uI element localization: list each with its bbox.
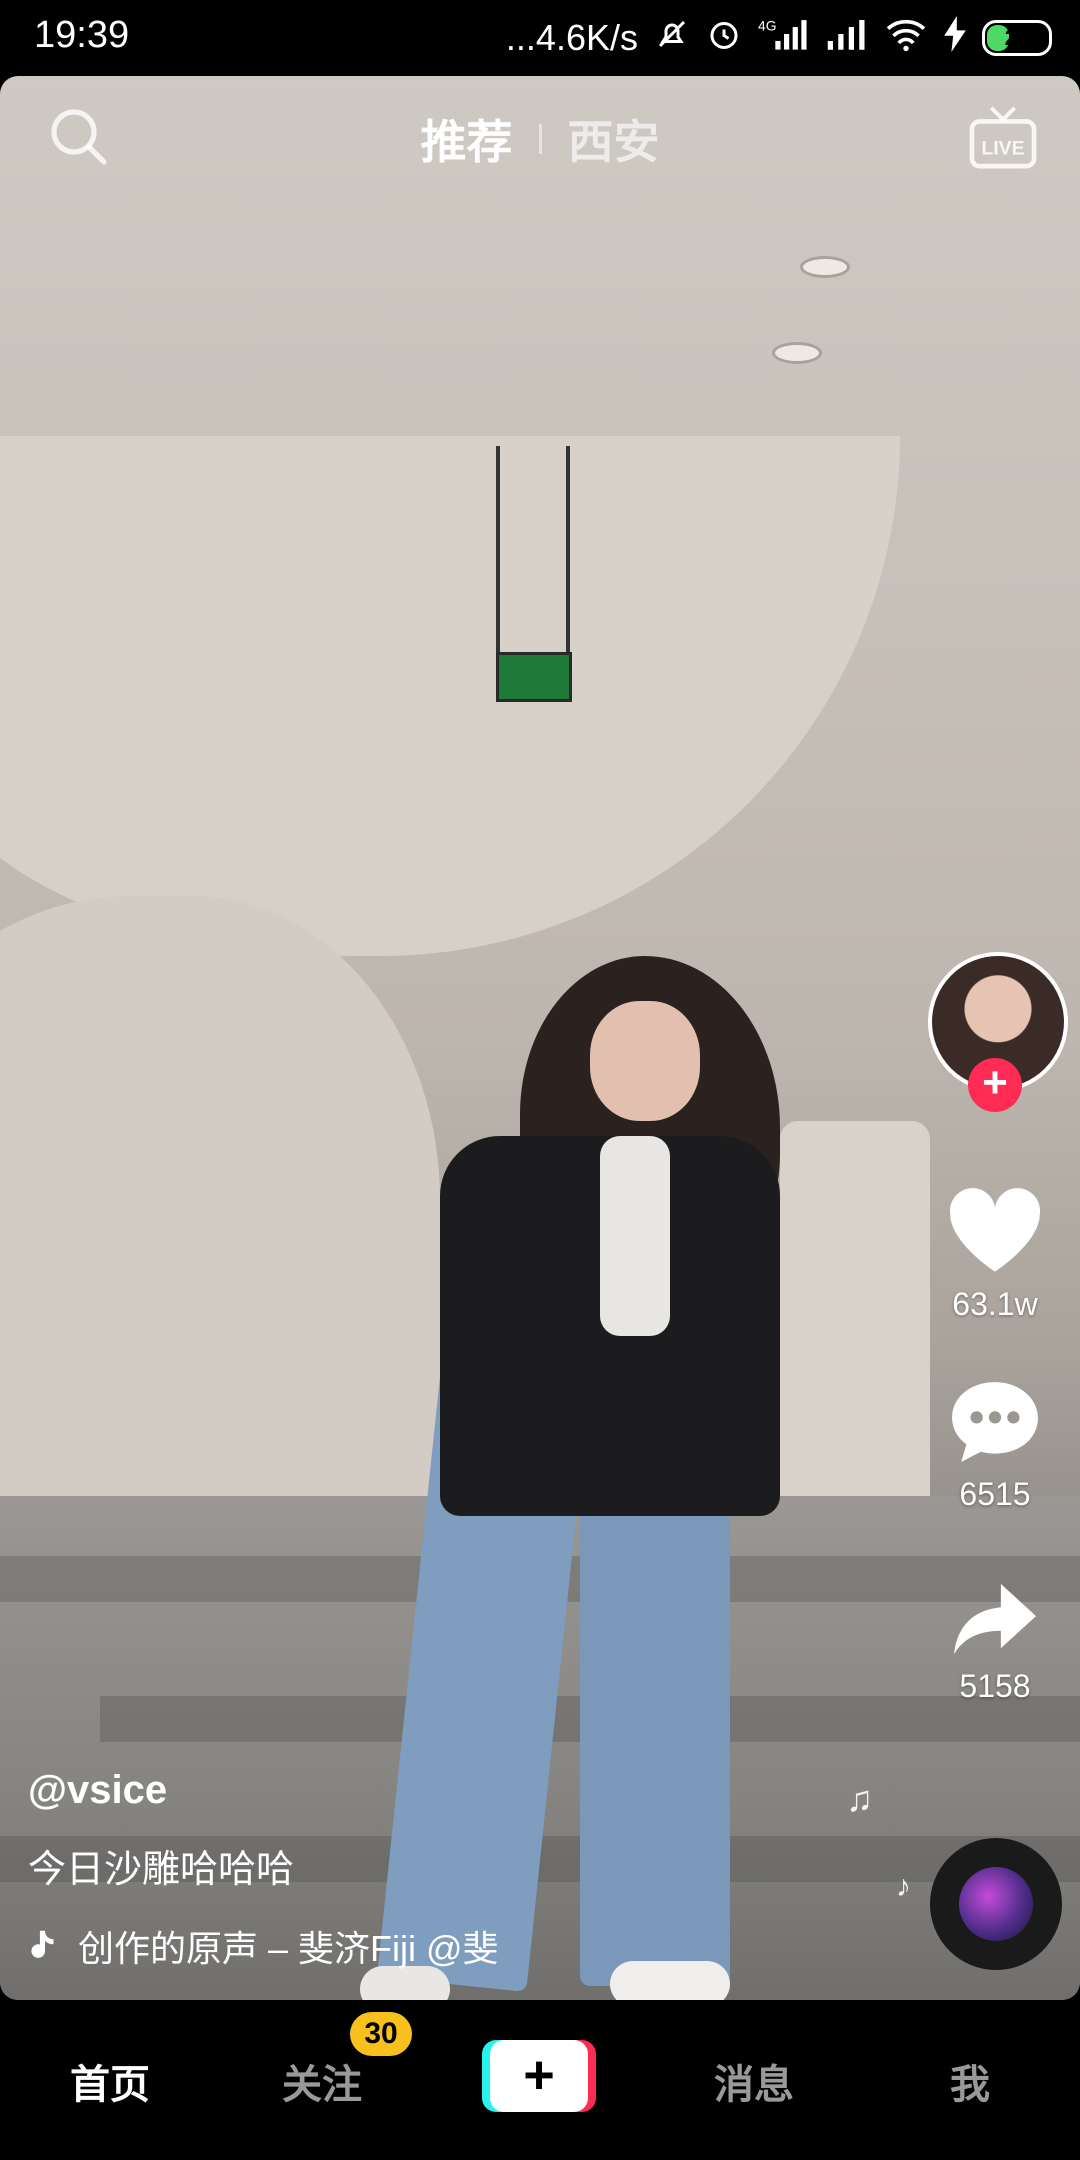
nav-home[interactable]: 首页 [70, 2052, 150, 2110]
nav-me[interactable]: 我 [950, 2052, 990, 2110]
floating-note-icon: ♫ [846, 1778, 873, 1819]
status-bar: 19:39 ...4.6K/s 4G 27 [0, 0, 1080, 76]
background-staircase [0, 436, 900, 956]
exit-sign [496, 652, 572, 702]
share-button[interactable]: 5158 [930, 1578, 1060, 1705]
music-title: 创作的原声 – 斐济Fiji @斐 [78, 1928, 499, 1969]
bell-mute-icon [654, 16, 690, 61]
author-username[interactable]: @vsice [28, 1768, 167, 1813]
follow-badge: 30 [350, 2012, 412, 2056]
status-time: 19:39 [34, 14, 130, 56]
like-button[interactable]: 63.1w [930, 1182, 1060, 1323]
svg-text:4G: 4G [758, 17, 777, 33]
person-face [590, 1001, 700, 1121]
comment-button[interactable]: 6515 [930, 1376, 1060, 1513]
charging-icon [944, 15, 966, 61]
status-right: ...4.6K/s 4G 27 [506, 14, 1052, 62]
video-player[interactable] [0, 76, 1080, 2000]
like-count: 63.1w [952, 1286, 1038, 1322]
network-speed: ...4.6K/s [505, 17, 638, 58]
wifi-icon [884, 16, 928, 61]
person-shoe-right [610, 1961, 730, 2000]
ceiling-light [772, 342, 822, 364]
sign-wire [566, 446, 570, 656]
live-icon[interactable]: LIVE [968, 104, 1038, 170]
signal-4g-icon: 4G [758, 16, 810, 61]
nav-messages[interactable]: 消息 [714, 2052, 794, 2110]
sign-wire [496, 446, 500, 656]
feed-tabs: 推荐 西安 [0, 106, 1080, 172]
share-icon [954, 1583, 1036, 1655]
follow-plus-button[interactable]: + [968, 1058, 1022, 1112]
video-caption: 今日沙雕哈哈哈 [28, 1849, 295, 1891]
background-pillar [780, 1121, 930, 1541]
ceiling-light [800, 256, 850, 278]
music-disc[interactable] [930, 1838, 1062, 1970]
nav-follow[interactable]: 关注 [282, 2052, 362, 2110]
plus-icon: + [490, 2040, 588, 2112]
top-bar: 推荐 西安 LIVE [0, 76, 1080, 196]
music-row[interactable]: 创作的原声 – 斐济Fiji @斐 [28, 1920, 548, 1972]
music-cover [959, 1867, 1033, 1941]
floating-note-icon: ♪ [896, 1870, 911, 1903]
heart-icon [949, 1188, 1041, 1272]
comment-icon [952, 1382, 1038, 1462]
battery-icon: 27 [982, 20, 1052, 56]
alarm-icon [706, 16, 742, 61]
tab-divider [538, 124, 542, 154]
signal-icon [826, 16, 868, 61]
share-count: 5158 [959, 1668, 1031, 1704]
battery-level: 27 [1004, 25, 1030, 50]
live-label: LIVE [981, 137, 1024, 159]
tab-local[interactable]: 西安 [568, 106, 660, 172]
person-shirt [600, 1136, 670, 1336]
music-note-icon [31, 1930, 54, 1958]
create-button[interactable]: + [482, 2040, 596, 2112]
comment-count: 6515 [959, 1476, 1031, 1512]
bottom-nav: 首页 关注 30 + 消息 我 [0, 2000, 1080, 2160]
tab-recommend[interactable]: 推荐 [421, 106, 513, 172]
